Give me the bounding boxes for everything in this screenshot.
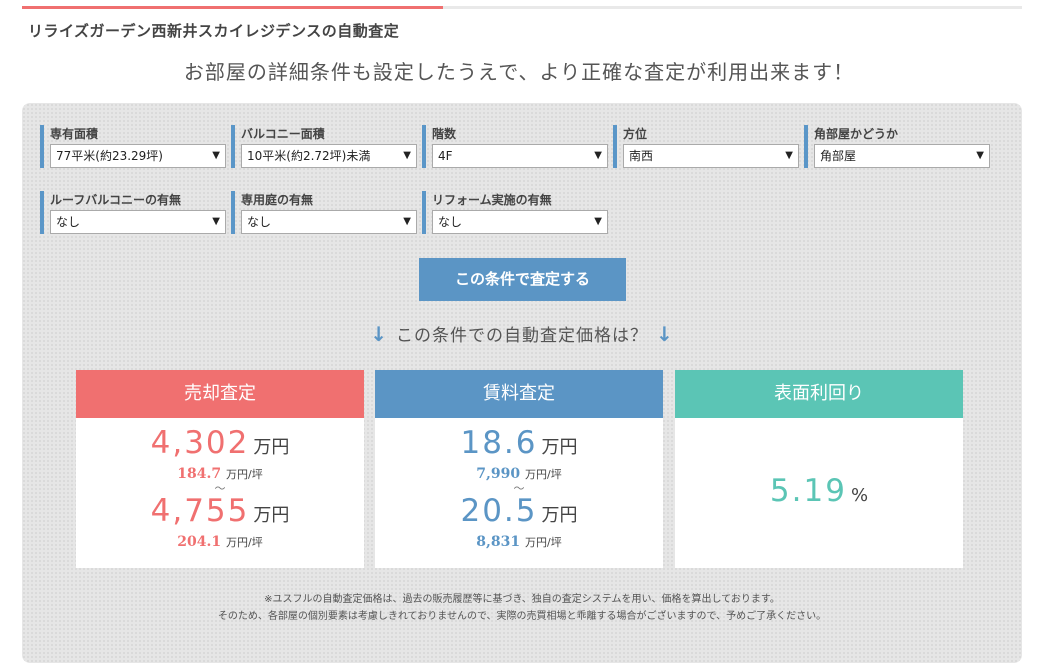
sale-assessment-card: 売却査定 4,302 万円 184.7 万円/坪 〜 4,755 万円 204.1 … — [76, 370, 364, 568]
unit-price-unit: 万円/坪 — [226, 536, 263, 549]
field-renovation: リフォーム実施の有無 なし ▼ — [422, 191, 608, 234]
unit-price-value: 7,990 — [476, 466, 521, 482]
card-title: 表面利回り — [675, 370, 963, 418]
select-value: 4F — [438, 149, 453, 163]
arrow-down-icon: ↓ — [656, 322, 674, 346]
price-unit: 万円 — [253, 437, 290, 458]
yield-number: 5.19 — [769, 473, 847, 509]
price-high: 4,755 万円 — [76, 494, 364, 533]
unit-price-high: 204.1 万円/坪 — [76, 533, 364, 552]
chevron-down-icon: ▼ — [976, 150, 984, 161]
price-value: 20.5 — [460, 493, 538, 529]
disclaimer-note: ※ユスフルの自動査定価格は、過去の販売履歴等に基づき、独自の査定システムを用い、… — [22, 591, 1022, 625]
private-garden-select[interactable]: なし ▼ — [241, 210, 417, 234]
price-unit: 万円 — [541, 505, 578, 526]
chevron-down-icon: ▼ — [212, 216, 220, 227]
field-label: 専用庭の有無 — [241, 193, 314, 207]
chevron-down-icon: ▼ — [594, 216, 602, 227]
floor-number-select[interactable]: 4F ▼ — [432, 144, 608, 168]
select-value: 角部屋 — [820, 149, 857, 163]
select-value: 10平米(約2.72坪)未満 — [247, 149, 371, 163]
price-value: 4,302 — [150, 425, 250, 461]
yield-value: 5.19% — [675, 474, 963, 513]
field-label: 専有面積 — [50, 127, 99, 141]
rent-assessment-card: 賃料査定 18.6 万円 7,990 万円/坪 〜 20.5 万円 8,831 万円… — [375, 370, 663, 568]
balcony-area-select[interactable]: 10平米(約2.72坪)未満 ▼ — [241, 144, 417, 168]
yield-card: 表面利回り 5.19% — [675, 370, 963, 568]
field-label: 階数 — [432, 127, 457, 141]
page-subtitle: お部屋の詳細条件も設定したうえで、より正確な査定が利用出来ます！ — [183, 60, 855, 84]
field-direction: 方位 南西 ▼ — [613, 125, 799, 168]
card-title: 賃料査定 — [375, 370, 663, 418]
assessment-panel: 専有面積 77平米(約23.29坪) ▼ バルコニー面積 10平米(約2.72坪)… — [22, 103, 1022, 663]
unit-price-unit: 万円/坪 — [525, 468, 562, 481]
field-label: 角部屋かどうか — [814, 127, 899, 141]
top-border-accent — [22, 6, 443, 9]
page-title: リライズガーデン西新井スカイレジデンスの自動査定 — [28, 22, 400, 40]
direction-select[interactable]: 南西 ▼ — [623, 144, 799, 168]
unit-price-high: 8,831 万円/坪 — [375, 533, 663, 552]
field-label: リフォーム実施の有無 — [432, 193, 552, 207]
corner-room-select[interactable]: 角部屋 ▼ — [814, 144, 990, 168]
price-low: 18.6 万円 — [375, 426, 663, 465]
field-balcony-area: バルコニー面積 10平米(約2.72坪)未満 ▼ — [231, 125, 417, 168]
floor-area-select[interactable]: 77平米(約23.29坪) ▼ — [50, 144, 226, 168]
chevron-down-icon: ▼ — [403, 216, 411, 227]
field-roof-balcony: ルーフバルコニーの有無 なし ▼ — [40, 191, 226, 234]
renovation-select[interactable]: なし ▼ — [432, 210, 608, 234]
price-value: 4,755 — [150, 493, 250, 529]
unit-price-value: 204.1 — [177, 534, 222, 550]
disclaimer-line-2: そのため、各部屋の個別要素は考慮しきれておりませんので、実際の売買相場と乖離する… — [217, 611, 827, 622]
price-low: 4,302 万円 — [76, 426, 364, 465]
field-label: バルコニー面積 — [241, 127, 325, 141]
select-value: なし — [56, 215, 81, 229]
price-unit: 万円 — [253, 505, 290, 526]
price-unit: 万円 — [541, 437, 578, 458]
price-value: 18.6 — [460, 425, 538, 461]
select-value: なし — [247, 215, 272, 229]
field-private-garden: 専用庭の有無 なし ▼ — [231, 191, 417, 234]
result-heading: ↓ この条件での自動査定価格は？ ↓ — [22, 321, 1022, 346]
unit-price-unit: 万円/坪 — [226, 468, 263, 481]
disclaimer-line-1: ※ユスフルの自動査定価格は、過去の販売履歴等に基づき、独自の査定システムを用い、… — [264, 594, 780, 605]
select-value: 77平米(約23.29坪) — [56, 149, 163, 163]
arrow-down-icon: ↓ — [370, 322, 388, 346]
field-label: ルーフバルコニーの有無 — [50, 193, 182, 207]
assess-button[interactable]: この条件で査定する — [419, 258, 626, 301]
field-label: 方位 — [623, 127, 648, 141]
select-value: 南西 — [629, 149, 654, 163]
yield-unit: % — [850, 485, 869, 506]
chevron-down-icon: ▼ — [403, 150, 411, 161]
select-value: なし — [438, 215, 463, 229]
field-floor-area: 専有面積 77平米(約23.29坪) ▼ — [40, 125, 226, 168]
unit-price-value: 184.7 — [177, 466, 222, 482]
roof-balcony-select[interactable]: なし ▼ — [50, 210, 226, 234]
card-title: 売却査定 — [76, 370, 364, 418]
field-floor-number: 階数 4F ▼ — [422, 125, 608, 168]
price-high: 20.5 万円 — [375, 494, 663, 533]
unit-price-value: 8,831 — [476, 534, 521, 550]
result-heading-text: この条件での自動査定価格は？ — [396, 326, 648, 346]
chevron-down-icon: ▼ — [212, 150, 220, 161]
chevron-down-icon: ▼ — [594, 150, 602, 161]
field-corner-room: 角部屋かどうか 角部屋 ▼ — [804, 125, 990, 168]
chevron-down-icon: ▼ — [785, 150, 793, 161]
top-border — [22, 6, 1022, 9]
unit-price-unit: 万円/坪 — [525, 536, 562, 549]
